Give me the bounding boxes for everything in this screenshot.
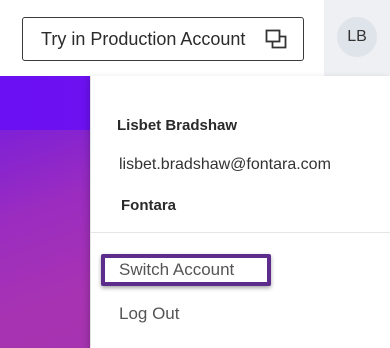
- avatar[interactable]: LB: [337, 17, 377, 57]
- switch-account-menu-item[interactable]: Switch Account: [101, 254, 271, 286]
- user-email: lisbet.bradshaw@fontara.com: [119, 156, 331, 173]
- avatar-initials: LB: [347, 28, 367, 45]
- app-screen: Try in Production Account LB Lisbet Brad…: [0, 0, 390, 348]
- user-name: Lisbet Bradshaw: [117, 117, 238, 134]
- account-dropdown-menu: Lisbet Bradshaw lisbet.bradshaw@fontara.…: [90, 76, 390, 348]
- avatar-area: LB: [324, 0, 390, 76]
- try-in-production-button[interactable]: Try in Production Account: [22, 17, 304, 61]
- organization-name: Fontara: [121, 197, 177, 214]
- open-window-icon: [265, 29, 287, 49]
- top-bar: Try in Production Account LB: [0, 0, 390, 76]
- log-out-menu-item[interactable]: Log Out: [119, 304, 180, 324]
- try-in-production-label: Try in Production Account: [41, 28, 246, 49]
- switch-account-label: Switch Account: [119, 260, 235, 279]
- menu-divider: [91, 232, 390, 233]
